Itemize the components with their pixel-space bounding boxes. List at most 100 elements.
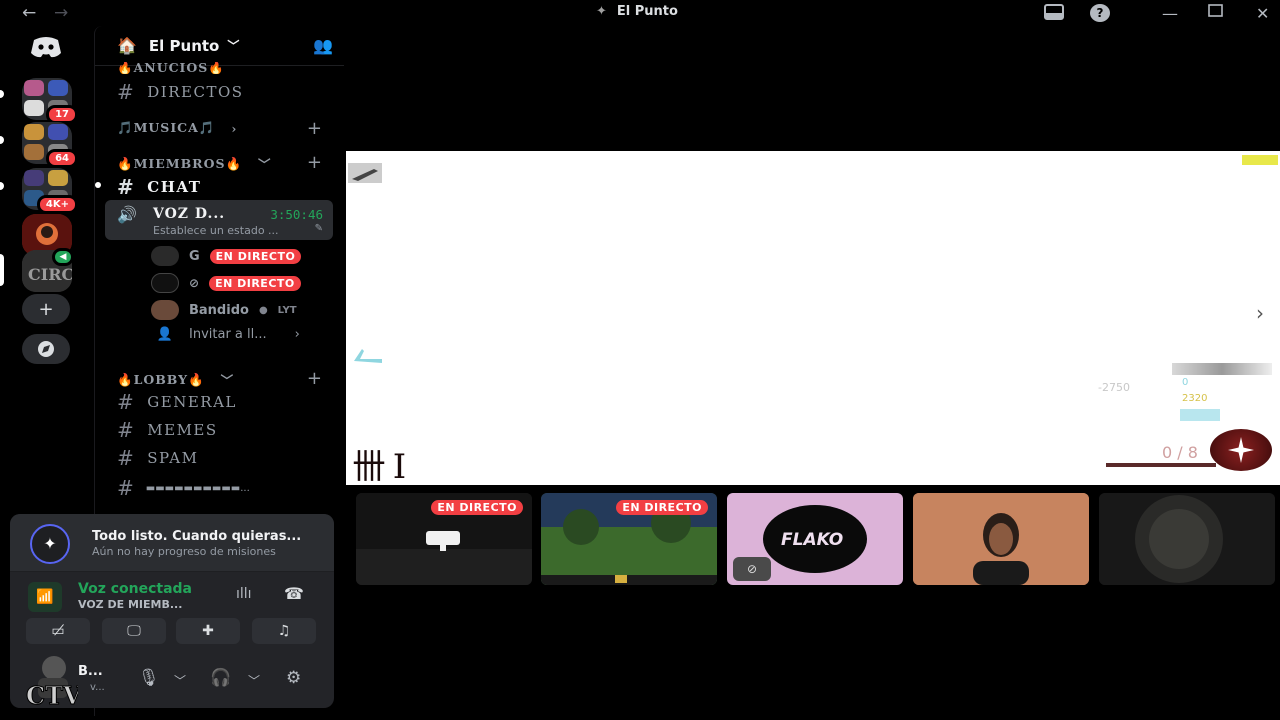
weapon-icon bbox=[348, 163, 382, 183]
server-logo-icon: ✦ bbox=[596, 4, 607, 19]
hud-icon bbox=[1180, 409, 1220, 421]
server-el-punto[interactable]: CIRC ◀ bbox=[22, 248, 74, 292]
mention-badge: 64 bbox=[46, 149, 78, 168]
discord-home-icon[interactable] bbox=[22, 30, 70, 64]
participant-label: FLAKO bbox=[781, 530, 844, 550]
microphone-icon[interactable]: 🎙 bbox=[138, 668, 160, 688]
channel-spam[interactable]: # SPAM bbox=[117, 446, 198, 470]
minimize-icon[interactable]: — bbox=[1162, 4, 1178, 23]
inbox-icon[interactable] bbox=[1044, 4, 1064, 24]
add-channel-icon[interactable]: + bbox=[307, 118, 322, 139]
chevron-down-icon[interactable]: ﹀ bbox=[174, 672, 186, 689]
channel-directos[interactable]: # DIRECTOS bbox=[117, 80, 244, 104]
hud-value: 2320 bbox=[1182, 393, 1208, 404]
headphones-icon[interactable]: 🎧 bbox=[210, 668, 231, 688]
category-musica[interactable]: 🎵MUSICA🎵 › bbox=[117, 120, 237, 136]
chevron-down-icon[interactable]: ﹀ bbox=[248, 672, 260, 689]
channel-label: MEMES bbox=[147, 421, 218, 439]
voice-timer: 3:50:46 bbox=[270, 207, 323, 222]
help-icon[interactable]: ? bbox=[1090, 4, 1110, 22]
next-stream-chevron-icon[interactable]: › bbox=[1256, 301, 1264, 325]
stream-tile[interactable]: EN DIRECTO bbox=[356, 493, 532, 585]
server-folder-1[interactable]: 17 bbox=[22, 78, 78, 124]
channel-label: SPAM bbox=[147, 449, 199, 467]
unread-pill bbox=[0, 136, 4, 144]
weapon-icon bbox=[352, 347, 386, 365]
channel-memes[interactable]: # MEMES bbox=[117, 418, 218, 442]
avatar[interactable]: CTV bbox=[26, 650, 82, 708]
channel-last[interactable]: # ▬▬▬▬▬▬▬▬▬▬... bbox=[117, 476, 250, 500]
speaker-icon: ◀ bbox=[52, 248, 74, 266]
category-label: 🔥MIEMBROS🔥 bbox=[117, 155, 243, 171]
avatar bbox=[151, 246, 179, 266]
unread-pill bbox=[0, 90, 4, 98]
explore-icon[interactable] bbox=[22, 334, 70, 364]
chevron-down-icon: ﹀ bbox=[220, 373, 235, 388]
avatar bbox=[151, 273, 179, 293]
window-title-text: El Punto bbox=[616, 4, 678, 19]
noise-suppression-icon[interactable]: ıllı bbox=[236, 586, 252, 602]
voice-status[interactable]: Establece un estado ... bbox=[153, 224, 279, 237]
forward-arrow-icon[interactable]: → bbox=[54, 3, 68, 23]
category-anucios[interactable]: 🔥ANUCIOS🔥 bbox=[117, 62, 225, 74]
pencil-icon[interactable]: ✎ bbox=[315, 223, 323, 234]
live-badge: EN DIRECTO bbox=[431, 500, 523, 515]
hud-score: 0 / 8 bbox=[1162, 443, 1198, 462]
unread-pill bbox=[0, 182, 4, 190]
user-status: v... bbox=[90, 682, 105, 693]
signal-icon[interactable]: 📶 bbox=[28, 582, 62, 612]
server-folder-2[interactable]: 64 bbox=[22, 122, 78, 168]
screen-share-button[interactable]: 🖵 bbox=[102, 618, 166, 644]
invite-people-icon[interactable]: 👥 bbox=[313, 36, 333, 55]
add-channel-icon[interactable]: + bbox=[307, 152, 322, 173]
activities-button[interactable]: ✚ bbox=[176, 618, 240, 644]
add-channel-icon[interactable]: + bbox=[307, 368, 322, 389]
voice-channel-active[interactable]: 🔊 VOZ D... 3:50:46 Establece un estado .… bbox=[105, 200, 333, 240]
category-miembros[interactable]: 🔥MIEMBROS🔥 ﹀ bbox=[117, 154, 272, 173]
disconnect-icon[interactable]: ☎ bbox=[284, 584, 304, 603]
server-folder-3[interactable]: 4K+ bbox=[22, 168, 78, 214]
quest-subtitle: Aún no hay progreso de misiones bbox=[92, 545, 276, 558]
live-badge: EN DIRECTO bbox=[616, 500, 708, 515]
text-channel-icon: # bbox=[117, 390, 136, 414]
title-bar: ← → ✦ El Punto ? — ✕ bbox=[0, 0, 1280, 26]
text-channel-icon: # bbox=[117, 446, 136, 470]
category-lobby[interactable]: 🔥LOBBY🔥 ﹀ bbox=[117, 370, 234, 389]
server-header[interactable]: 🏠 El Punto ﹀ 👥 bbox=[95, 26, 345, 66]
settings-gear-icon[interactable]: ⚙ bbox=[286, 668, 301, 688]
soundboard-button[interactable]: ♫ bbox=[252, 618, 316, 644]
voice-user[interactable]: ⊘ EN DIRECTO bbox=[151, 273, 301, 293]
focused-stream[interactable]: -2750 0 2320 卌 I 0 / 8 › bbox=[346, 151, 1280, 485]
stream-tile[interactable]: EN DIRECTO bbox=[541, 493, 717, 585]
compass-icon bbox=[1210, 429, 1272, 471]
svg-text:CIRC: CIRC bbox=[28, 265, 72, 284]
quest-progress[interactable]: ✦ Todo listo. Cuando quieras... Aún no h… bbox=[10, 514, 334, 572]
chevron-down-icon: ﹀ bbox=[227, 39, 240, 53]
invite-to-voice[interactable]: 👤 Invitar a ll... › bbox=[151, 327, 300, 342]
activity-icon: ● bbox=[258, 304, 268, 316]
channel-general[interactable]: # GENERAL bbox=[117, 390, 237, 414]
category-label: 🔥ANUCIOS🔥 bbox=[117, 62, 225, 74]
camera-off-button[interactable]: ▭̸ bbox=[26, 618, 90, 644]
window-title: ✦ El Punto bbox=[596, 4, 678, 19]
participant-tile[interactable] bbox=[1099, 493, 1275, 585]
participant-tile-flako[interactable]: FLAKO ⊘ bbox=[727, 493, 903, 585]
add-server-icon[interactable]: + bbox=[22, 294, 70, 324]
add-user-icon: 👤 bbox=[156, 327, 174, 342]
voice-user[interactable]: Bandido ● LYT bbox=[151, 300, 297, 320]
channel-chat[interactable]: # CHAT bbox=[117, 175, 201, 199]
voice-connected-status[interactable]: Voz conectada bbox=[78, 581, 192, 597]
text-channel-icon: # bbox=[117, 418, 136, 442]
unread-dot bbox=[95, 182, 101, 188]
voice-user[interactable]: G EN DIRECTO bbox=[151, 246, 302, 266]
maximize-icon[interactable] bbox=[1208, 4, 1224, 22]
hud-banner bbox=[1172, 363, 1272, 375]
participant-tile[interactable] bbox=[913, 493, 1089, 585]
mention-badge: 4K+ bbox=[36, 195, 78, 214]
activity-label: LYT bbox=[277, 304, 297, 316]
close-icon[interactable]: ✕ bbox=[1256, 4, 1269, 23]
quest-title: Todo listo. Cuando quieras... bbox=[92, 529, 302, 544]
user-panel: ✦ Todo listo. Cuando quieras... Aún no h… bbox=[10, 514, 334, 708]
back-arrow-icon[interactable]: ← bbox=[22, 3, 36, 23]
voice-channel-link[interactable]: VOZ DE MIEMB... bbox=[78, 598, 182, 611]
